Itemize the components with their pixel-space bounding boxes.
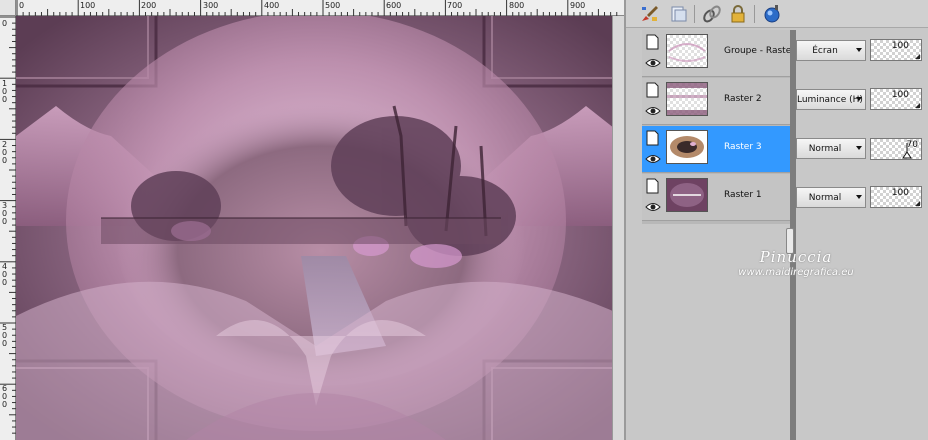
ruler-horizontal: 0 100 200 300 400 500 600 700 800 900 (0, 0, 624, 16)
ruler-label: 400 (264, 1, 280, 10)
chevron-down-icon (856, 195, 862, 199)
ruler-label: 4 0 0 (2, 262, 8, 287)
layer-thumbnail (666, 34, 708, 68)
ruler-label: 600 (386, 1, 402, 10)
blend-mode-value: Normal (808, 144, 842, 154)
opacity-value: 100 (891, 41, 909, 51)
blend-mode-dropdown[interactable]: Normal (796, 138, 866, 159)
ruler-label: 3 0 0 (2, 201, 8, 226)
watermark: Pinuccia www.maidiregrafica.eu (726, 248, 866, 278)
layer-properties-icon[interactable] (646, 34, 659, 50)
ruler-label: 800 (509, 1, 525, 10)
chevron-down-icon (856, 48, 862, 52)
thumbnail-art (667, 83, 707, 115)
ruler-label: 2 0 0 (2, 140, 8, 165)
layer-thumbnail (666, 130, 708, 164)
eye-icon[interactable] (645, 201, 661, 213)
ruler-label: 100 (80, 1, 96, 10)
lock-icon[interactable] (728, 4, 748, 24)
layer-name: Raster 3 (724, 142, 762, 152)
layer-row-selected[interactable]: Raster 3 (642, 126, 790, 173)
opacity-slider[interactable]: 100 (870, 186, 922, 208)
opacity-value: 70 (906, 140, 918, 150)
toolbar-separator (694, 5, 695, 23)
layer-properties-icon[interactable] (646, 130, 659, 146)
ruler-label: 5 0 0 (2, 323, 8, 348)
blend-mode-value: Normal (808, 193, 842, 203)
layers-toolbar (626, 0, 928, 28)
thumbnail-art (670, 136, 704, 158)
eye-icon[interactable] (645, 153, 661, 165)
mask-icon[interactable] (762, 4, 782, 24)
layer-row[interactable]: Raster 1 (642, 174, 790, 221)
blend-mode-dropdown[interactable]: Écran (796, 40, 866, 61)
blend-mode-value: Écran (812, 46, 838, 56)
blend-mode-dropdown[interactable]: Normal (796, 187, 866, 208)
opacity-value: 100 (891, 188, 909, 198)
toolbar-separator (754, 5, 755, 23)
layer-row[interactable]: Groupe - Raster 2 (642, 30, 804, 77)
layer-row[interactable]: Raster 2 (642, 78, 790, 125)
opacity-value: 100 (891, 90, 909, 100)
thumbnail-art (670, 183, 704, 207)
layer-properties-icon[interactable] (646, 178, 659, 194)
ruler-label: 900 (570, 1, 586, 10)
ruler-label: 6 0 0 (2, 384, 8, 409)
ruler-corner (0, 0, 16, 16)
resize-grip-icon (915, 201, 920, 206)
ruler-label: 0 (2, 19, 8, 28)
ruler-label: 1 0 0 (2, 79, 8, 104)
opacity-slider[interactable]: 100 (870, 88, 922, 110)
ruler-label: 200 (141, 1, 157, 10)
opacity-slider[interactable]: 70 (870, 138, 922, 160)
image-canvas-area[interactable]: 0 100 200 300 400 500 600 700 800 900 0 … (0, 0, 624, 440)
ruler-label: 700 (447, 1, 463, 10)
ruler-label: 500 (325, 1, 341, 10)
chevron-down-icon (856, 97, 862, 101)
link-icon[interactable] (702, 4, 722, 24)
artwork-image[interactable] (16, 16, 624, 440)
blend-mode-dropdown[interactable]: Luminance (H) (796, 89, 866, 110)
eye-icon[interactable] (645, 105, 661, 117)
ruler-vertical: 0 1 0 0 2 0 0 3 0 0 4 0 0 5 0 0 6 0 0 (0, 16, 16, 440)
layer-name: Raster 1 (724, 190, 762, 200)
chevron-down-icon (856, 146, 862, 150)
ruler-label: 300 (203, 1, 219, 10)
ruler-label: 0 (19, 1, 25, 10)
layers-panel: Groupe - Raster 2 Raster 2 Raster 3 Rast… (624, 0, 928, 440)
opacity-slider[interactable]: 100 (870, 39, 922, 61)
watermark-url: www.maidiregrafica.eu (738, 267, 854, 278)
thumbnail-art (668, 43, 706, 62)
layer-list: Groupe - Raster 2 Raster 2 Raster 3 Rast… (642, 30, 804, 224)
canvas-vertical-scrollbar[interactable] (612, 16, 624, 440)
new-layer-icon[interactable] (668, 4, 688, 24)
layer-thumbnail (666, 82, 708, 116)
paint-brush-icon[interactable] (640, 4, 660, 24)
watermark-name: Pinuccia (759, 248, 833, 266)
layer-thumbnail (666, 178, 708, 212)
layer-name: Raster 2 (724, 94, 762, 104)
resize-grip-icon (915, 103, 920, 108)
resize-grip-icon (915, 54, 920, 59)
layer-properties-icon[interactable] (646, 82, 659, 98)
blend-mode-value: Luminance (H) (797, 95, 863, 105)
eye-icon[interactable] (645, 57, 661, 69)
